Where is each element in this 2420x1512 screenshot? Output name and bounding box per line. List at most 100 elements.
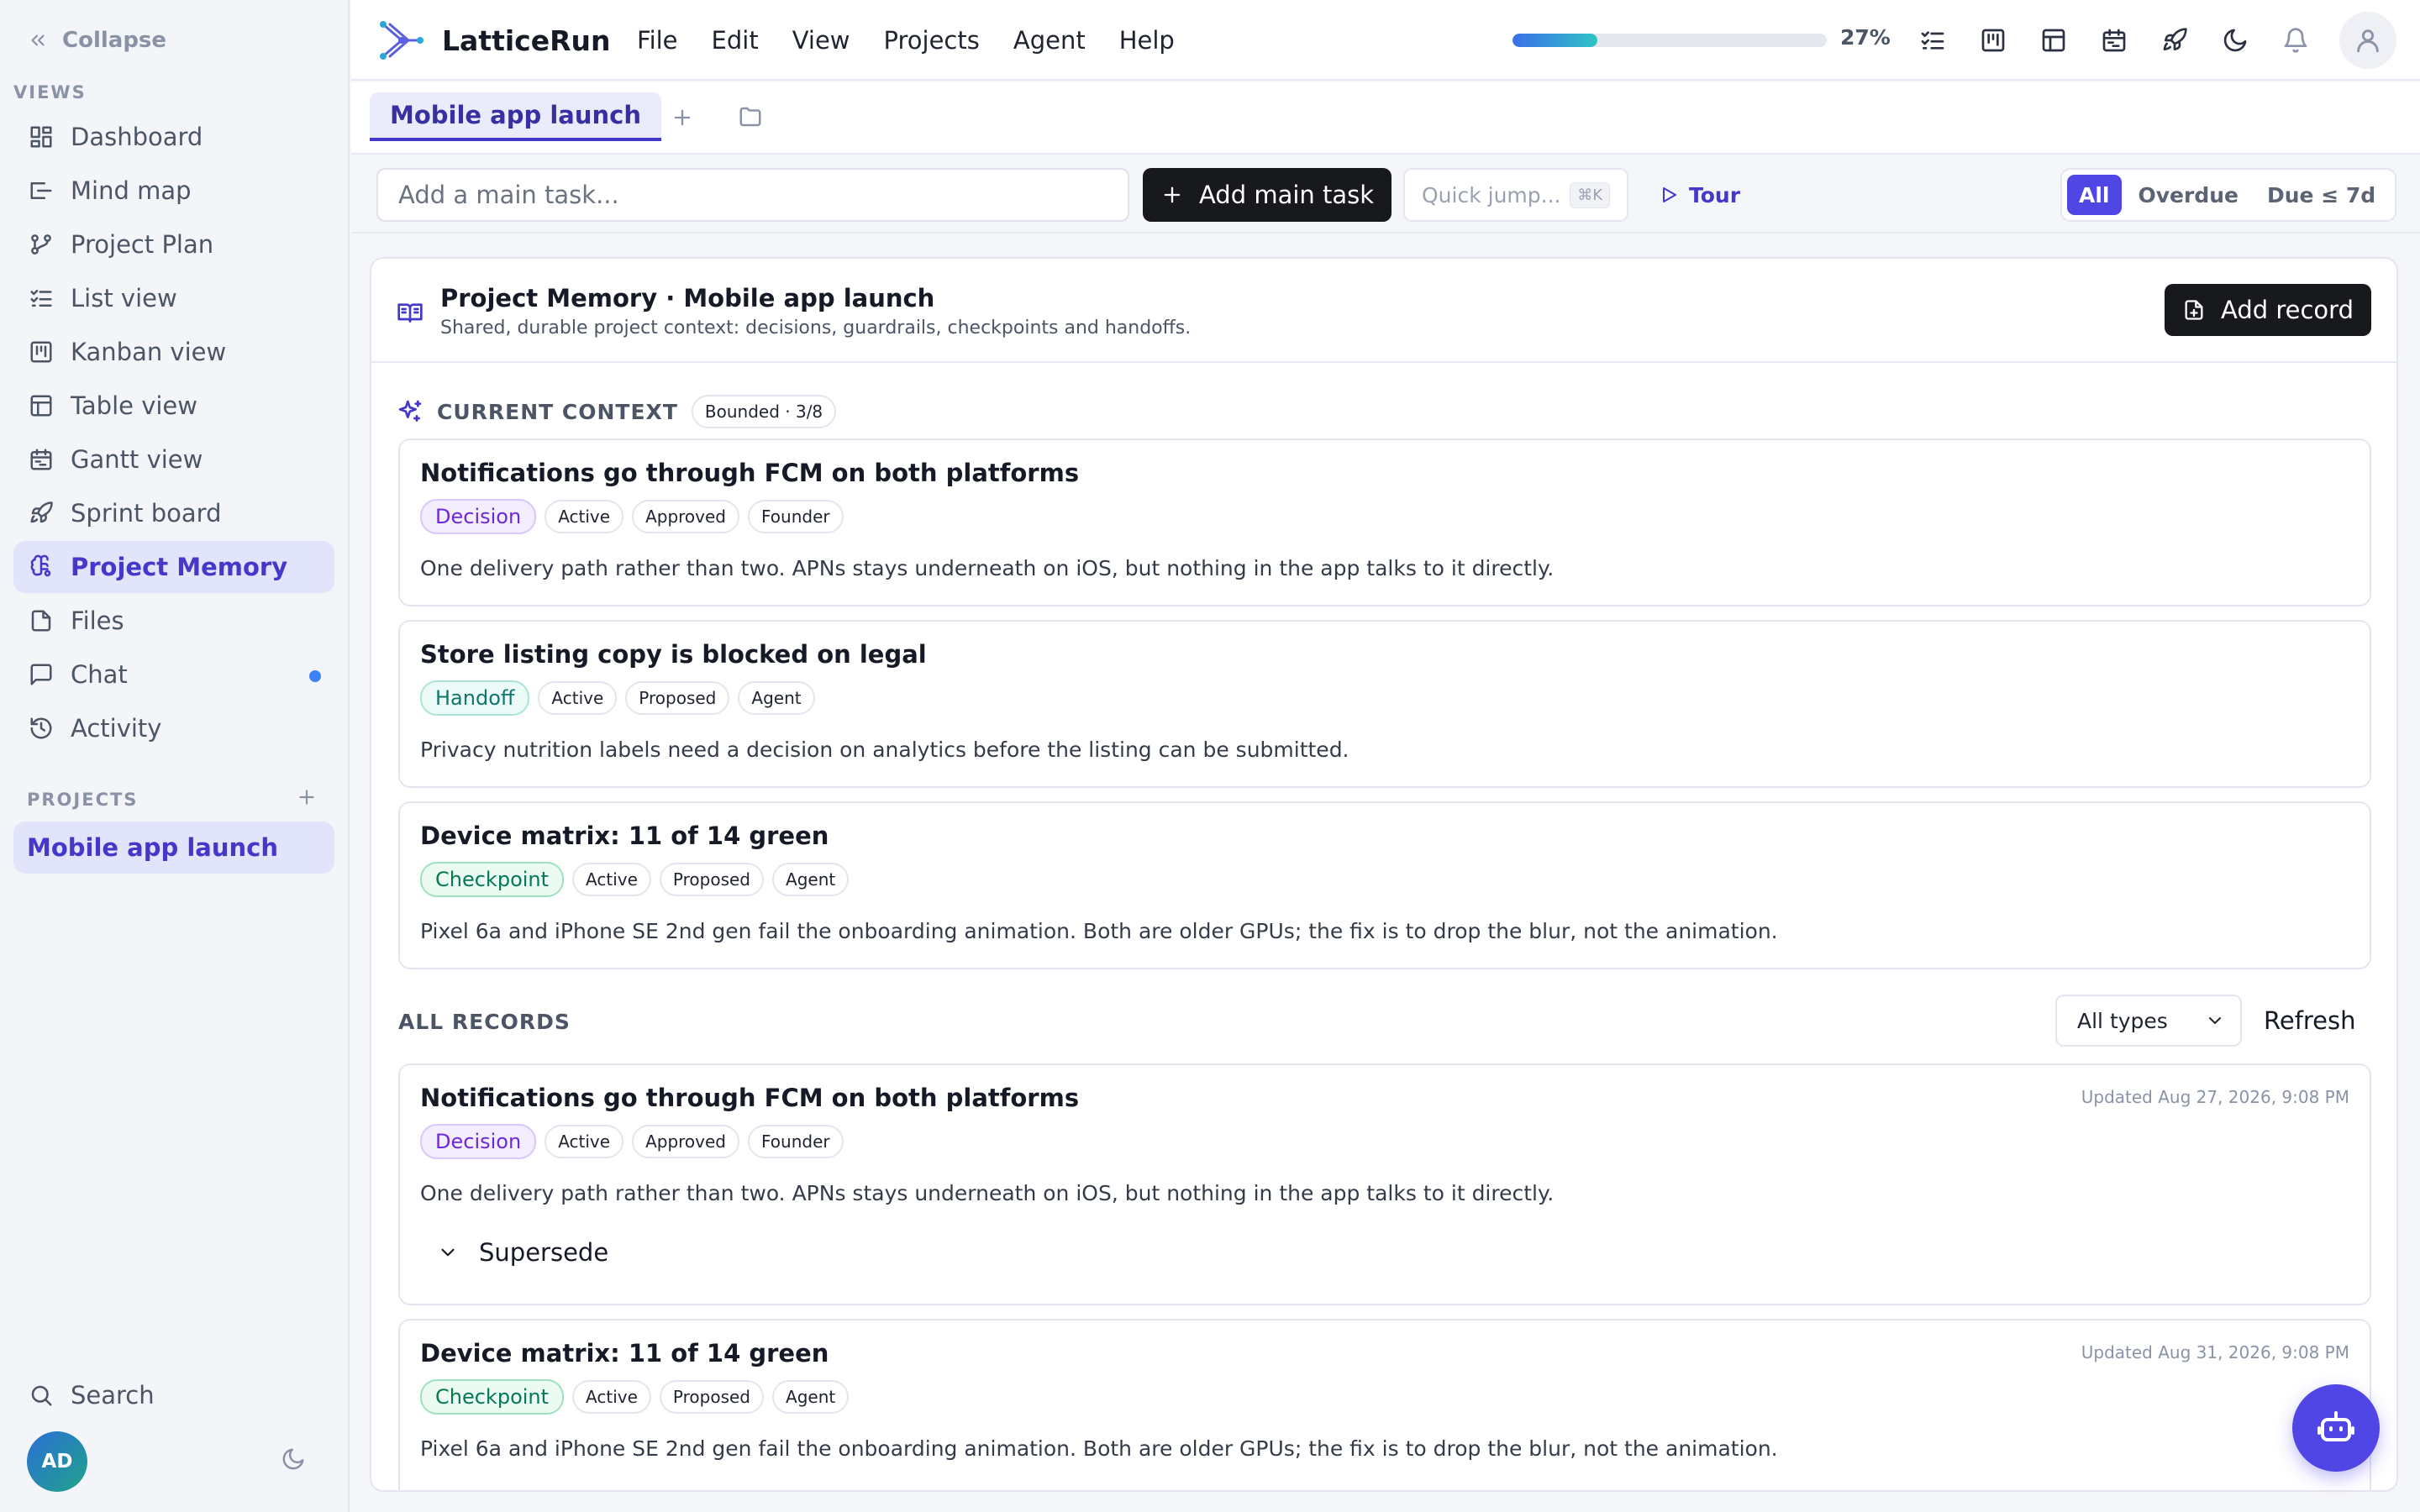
record-card[interactable]: Device matrix: 11 of 14 green Updated Au… bbox=[398, 1319, 2371, 1490]
add-record-button[interactable]: Add record bbox=[2165, 284, 2371, 336]
keyboard-shortcut: ⌘K bbox=[1570, 181, 1610, 208]
sidebar-item-label: Gantt view bbox=[71, 445, 203, 474]
filter-all[interactable]: All bbox=[2067, 175, 2122, 215]
sidebar-item-sprint-board[interactable]: Sprint board bbox=[13, 487, 334, 539]
record-tags: Checkpoint Active Proposed Agent bbox=[420, 862, 850, 897]
record-tags: Decision Active Approved Founder bbox=[420, 1124, 844, 1159]
sidebar-item-gantt-view[interactable]: Gantt view bbox=[13, 433, 334, 486]
gantt-view-button[interactable] bbox=[2097, 24, 2131, 57]
record-tags: Handoff Active Proposed Agent bbox=[420, 680, 815, 716]
brand[interactable]: LatticeRun bbox=[378, 17, 611, 64]
context-card[interactable]: Notifications go through FCM on both pla… bbox=[398, 438, 2371, 606]
status-badge: Active bbox=[544, 1125, 624, 1158]
chevrons-left-icon bbox=[27, 29, 49, 51]
sidebar-item-project-memory[interactable]: Project Memory bbox=[13, 541, 334, 593]
sidebar-search[interactable]: Search bbox=[29, 1374, 155, 1416]
quick-jump-placeholder: Quick jump... bbox=[1422, 182, 1561, 207]
dark-mode-button[interactable] bbox=[2218, 24, 2252, 57]
sidebar-item-label: Project Plan bbox=[71, 230, 214, 259]
sidebar-item-mind-map[interactable]: Mind map bbox=[13, 165, 334, 217]
sidebar-item-dashboard[interactable]: Dashboard bbox=[13, 111, 334, 163]
bot-icon bbox=[2316, 1408, 2356, 1448]
sidebar-item-project-plan[interactable]: Project Plan bbox=[13, 218, 334, 270]
approval-badge: Proposed bbox=[659, 863, 765, 896]
moon-icon bbox=[2222, 27, 2249, 54]
menu-edit[interactable]: Edit bbox=[712, 20, 759, 60]
add-tab-button[interactable] bbox=[671, 106, 694, 129]
user-avatar[interactable]: AD bbox=[27, 1431, 87, 1492]
sidebar-item-kanban-view[interactable]: Kanban view bbox=[13, 326, 334, 378]
kanban-icon bbox=[1980, 27, 2007, 54]
notifications-button[interactable] bbox=[2279, 24, 2312, 57]
refresh-button[interactable]: Refresh bbox=[2264, 1006, 2356, 1035]
filter-due-7d[interactable]: Due ≤ 7d bbox=[2255, 175, 2387, 215]
top-bar: LatticeRun File Edit View Projects Agent… bbox=[351, 0, 2420, 81]
panel-header: Project Memory · Mobile app launch Share… bbox=[371, 259, 2396, 363]
add-project-button[interactable] bbox=[294, 785, 319, 810]
chevron-down-icon bbox=[437, 1242, 459, 1263]
sidebar-item-label: Chat bbox=[71, 660, 128, 689]
record-title: Notifications go through FCM on both pla… bbox=[420, 1084, 1080, 1112]
add-task-input[interactable] bbox=[376, 168, 1129, 222]
menu-help[interactable]: Help bbox=[1119, 20, 1175, 60]
projects-section-label: PROJECTS bbox=[27, 790, 139, 810]
record-type-badge: Checkpoint bbox=[420, 862, 565, 897]
progress-percent: 27% bbox=[1840, 25, 1891, 50]
project-memory-panel: Project Memory · Mobile app launch Share… bbox=[370, 257, 2398, 1492]
collapse-button[interactable]: Collapse bbox=[27, 24, 166, 57]
tab-mobile-app-launch[interactable]: Mobile app launch bbox=[370, 92, 662, 141]
sidebar-item-chat[interactable]: Chat bbox=[13, 648, 334, 701]
context-card[interactable]: Device matrix: 11 of 14 green Checkpoint… bbox=[398, 801, 2371, 969]
record-card[interactable]: Notifications go through FCM on both pla… bbox=[398, 1063, 2371, 1305]
list-view-icon bbox=[29, 286, 54, 311]
chevron-down-icon bbox=[2205, 1011, 2225, 1031]
menu-projects[interactable]: Projects bbox=[884, 20, 980, 60]
record-type-badge: Handoff bbox=[420, 680, 530, 716]
status-badge: Active bbox=[538, 681, 618, 715]
menu-file[interactable]: File bbox=[637, 20, 678, 60]
views-section-label: VIEWS bbox=[13, 82, 87, 102]
record-type-badge: Decision bbox=[420, 499, 537, 534]
agent-assistant-button[interactable] bbox=[2292, 1384, 2380, 1472]
sidebar-item-activity[interactable]: Activity bbox=[13, 702, 334, 754]
account-button[interactable] bbox=[2339, 12, 2396, 69]
book-icon bbox=[397, 299, 424, 326]
approval-badge: Proposed bbox=[625, 681, 730, 715]
tour-button[interactable]: Tour bbox=[1659, 173, 1740, 217]
kanban-view-button[interactable] bbox=[1976, 24, 2010, 57]
moon-icon bbox=[281, 1446, 306, 1472]
add-record-label: Add record bbox=[2221, 296, 2354, 324]
menu-view[interactable]: View bbox=[792, 20, 850, 60]
filter-overdue[interactable]: Overdue bbox=[2127, 175, 2250, 215]
theme-toggle-button[interactable] bbox=[281, 1446, 306, 1472]
tab-row: Mobile app launch bbox=[351, 82, 2420, 155]
sidebar-item-list-view[interactable]: List view bbox=[13, 272, 334, 324]
quick-jump-input[interactable]: Quick jump... ⌘K bbox=[1403, 168, 1628, 222]
folder-icon bbox=[738, 104, 763, 129]
list-view-button[interactable] bbox=[1916, 24, 1949, 57]
page-subtitle: Shared, durable project context: decisio… bbox=[440, 318, 1192, 339]
menu-agent[interactable]: Agent bbox=[1013, 20, 1086, 60]
context-limit-badge: Bounded · 3/8 bbox=[691, 395, 837, 428]
record-body: Pixel 6a and iPhone SE 2nd gen fail the … bbox=[420, 919, 1778, 943]
add-main-task-button[interactable]: Add main task bbox=[1143, 168, 1392, 222]
tour-label: Tour bbox=[1689, 182, 1741, 207]
due-filter-group: All Overdue Due ≤ 7d bbox=[2060, 168, 2396, 222]
sidebar-item-files[interactable]: Files bbox=[13, 595, 334, 647]
chat-icon bbox=[29, 662, 54, 687]
sidebar-item-label: Dashboard bbox=[71, 123, 203, 151]
project-item[interactable]: Mobile app launch bbox=[13, 822, 334, 874]
context-card[interactable]: Store listing copy is blocked on legal H… bbox=[398, 620, 2371, 788]
history-icon bbox=[29, 716, 54, 741]
sprint-board-button[interactable] bbox=[2158, 24, 2191, 57]
sidebar-item-table-view[interactable]: Table view bbox=[13, 380, 334, 432]
supersede-toggle[interactable]: Supersede bbox=[437, 1238, 608, 1267]
table-view-button[interactable] bbox=[2037, 24, 2070, 57]
rocket-icon bbox=[2161, 27, 2188, 54]
record-updated-timestamp: Updated Aug 27, 2026, 9:08 PM bbox=[2081, 1087, 2349, 1107]
record-title: Device matrix: 11 of 14 green bbox=[420, 1339, 829, 1368]
task-toolbar: Add main task Quick jump... ⌘K Tour All … bbox=[351, 155, 2420, 234]
open-folder-button[interactable] bbox=[738, 104, 763, 129]
table-icon bbox=[2040, 27, 2067, 54]
record-type-select[interactable]: All types bbox=[2055, 995, 2242, 1047]
